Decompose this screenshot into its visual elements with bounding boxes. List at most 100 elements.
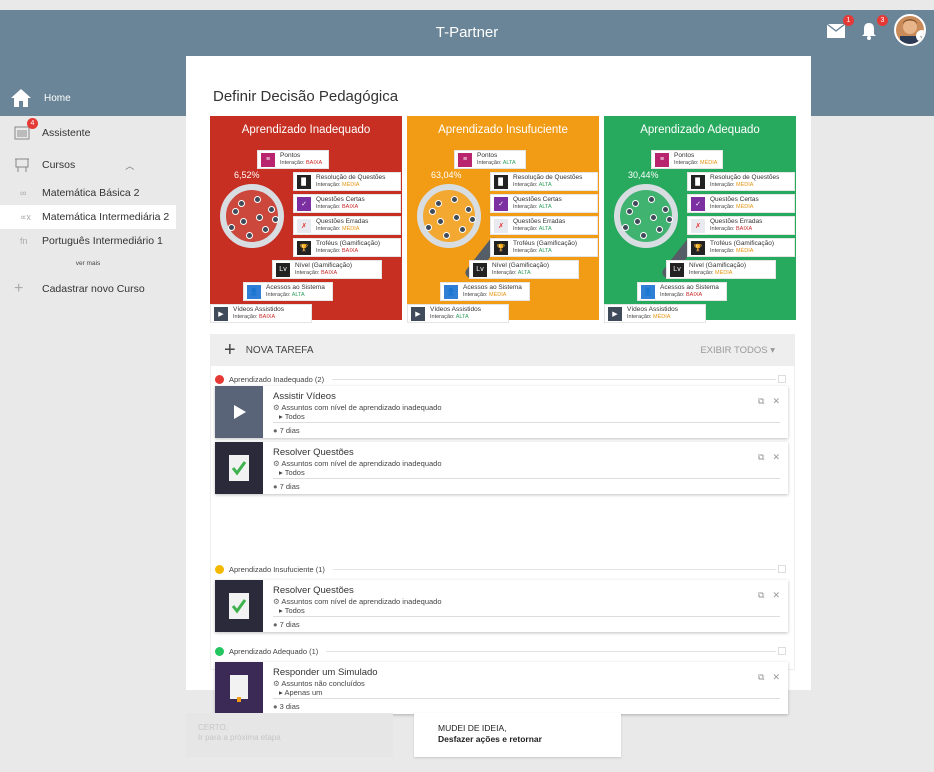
interaction-prefix: Interação: xyxy=(316,181,341,188)
divider xyxy=(273,478,780,479)
close-icon[interactable]: ✕ xyxy=(772,672,780,683)
indicator-tag: ✓ Questões Certas Interação: MÉDIA xyxy=(687,194,795,213)
interaction-prefix: Interação: xyxy=(430,313,455,320)
user-icon: 👤 xyxy=(247,284,261,299)
student-dot xyxy=(465,206,472,213)
show-all-dropdown[interactable]: EXIBIR TODOS ▾ xyxy=(700,345,775,356)
student-dot xyxy=(272,216,279,223)
trophy-icon: 🏆 xyxy=(494,240,508,255)
task-group-header: Aprendizado Adequado (1) xyxy=(215,644,786,658)
indicator-tag: ≡ Pontos Interação: BAIXA xyxy=(257,150,329,169)
gear-icon: ⚙ xyxy=(273,403,280,412)
group-title: Aprendizado Inadequado (2) xyxy=(229,374,325,384)
student-dot xyxy=(648,196,655,203)
task-card[interactable]: Resolver Questões ⚙ Assuntos com nível de… xyxy=(215,580,788,632)
panel-title: Aprendizado Inadequado xyxy=(241,124,371,136)
interaction-level: BAIXA xyxy=(736,225,753,232)
task-card[interactable]: Responder um Simulado ⚙ Assuntos não conc… xyxy=(215,662,788,714)
group-checkbox[interactable] xyxy=(778,375,786,383)
coins-icon: ≡ xyxy=(458,152,472,167)
indicator-tag: 👤 Acessos ao Sistema Interação: BAIXA xyxy=(637,282,727,301)
interaction-prefix: Interação: xyxy=(513,181,538,188)
next-step-button[interactable]: CERTO, Ir para a próxima etapa xyxy=(186,713,393,757)
indicator-tag: 👤 Acessos ao Sistema Interação: MÉDIA xyxy=(440,282,530,301)
user-avatar[interactable]: ⌄ xyxy=(894,14,926,46)
indicator-label: Questões Erradas xyxy=(316,217,369,225)
task-scope: Todos xyxy=(284,412,305,421)
indicator-label: Nível (Gamificação) xyxy=(689,261,747,269)
indicator-tag: 👤 Acessos ao Sistema Interação: ALTA xyxy=(243,282,333,301)
plus-icon[interactable]: + xyxy=(224,339,236,362)
caret-right-icon: ▸ xyxy=(279,606,283,615)
gear-icon: ⚙ xyxy=(273,459,280,468)
task-thumbnail xyxy=(215,662,263,714)
copy-icon[interactable]: ⧉ xyxy=(758,672,764,683)
indicator-label: Vídeos Assistidos xyxy=(430,305,481,313)
copy-icon[interactable]: ⧉ xyxy=(758,590,764,601)
task-scope: Apenas um xyxy=(284,688,323,697)
close-icon[interactable]: ✕ xyxy=(772,452,780,463)
course-item[interactable]: ∞ Matemática Básica 2 xyxy=(0,181,176,205)
interaction-level: ALTA xyxy=(517,269,531,276)
interaction-level: BAIXA xyxy=(686,291,703,298)
interaction-level: ALTA xyxy=(291,291,305,298)
error-icon: ✗ xyxy=(494,218,508,233)
course-item-active[interactable]: ∝x Matemática Intermediária 2 xyxy=(0,205,176,229)
next-step-line2: Ir para a próxima etapa xyxy=(198,733,281,743)
indicator-label: Acessos ao Sistema xyxy=(266,283,325,291)
sidebar-item-courses[interactable]: Cursos ︿ xyxy=(0,149,176,181)
bell-icon xyxy=(862,23,876,40)
sidebar-item-assistant[interactable]: 4 Assistente xyxy=(0,117,176,149)
close-icon[interactable]: ✕ xyxy=(772,590,780,601)
level-icon: Lv xyxy=(670,262,684,277)
notifications-button[interactable]: 3 xyxy=(860,15,888,41)
sidebar-item-home[interactable]: Home xyxy=(0,80,176,116)
interaction-prefix: Interação: xyxy=(710,247,735,254)
interaction-level: MÉDIA xyxy=(653,313,671,320)
indicator-label: Acessos ao Sistema xyxy=(463,283,522,291)
decision-panel-1[interactable]: Aprendizado Insufuciente 63,04% ≡ Pontos Int… xyxy=(407,116,599,323)
student-dot xyxy=(650,214,657,221)
indicator-tag: 🏆 Troféus (Gamificação) Interação: BAIXA xyxy=(293,238,401,257)
indicator-tag: ▶ Vídeos Assistidos Interação: ALTA xyxy=(407,304,509,323)
indicator-label: Resolução de Questões xyxy=(513,173,583,181)
messages-button[interactable]: 1 xyxy=(826,15,854,41)
see-more-link[interactable]: ver mais xyxy=(0,253,176,275)
new-task-button[interactable]: NOVA TAREFA xyxy=(246,345,314,356)
next-step-line1: CERTO, xyxy=(198,723,228,732)
task-card[interactable]: Resolver Questões ⚙ Assuntos com nível de… xyxy=(215,442,788,494)
copy-icon[interactable]: ⧉ xyxy=(758,452,764,463)
close-icon[interactable]: ✕ xyxy=(772,396,780,407)
student-dot xyxy=(429,208,436,215)
task-card[interactable]: Assistir Vídeos ⚙ Assuntos com nível de a… xyxy=(215,386,788,438)
group-checkbox[interactable] xyxy=(778,565,786,573)
decision-panel-2[interactable]: Aprendizado Adequado 30,44% ≡ Pontos Interaç… xyxy=(604,116,796,323)
task-name: Assistir Vídeos xyxy=(273,391,336,402)
add-course-button[interactable]: + Cadastrar novo Curso xyxy=(0,275,176,303)
course-item[interactable]: fn Português Intermediário 1 xyxy=(0,229,176,253)
infinity-icon: ∞ xyxy=(20,188,27,198)
task-thumbnail xyxy=(215,386,263,438)
level-icon: Lv xyxy=(276,262,290,277)
caret-down-icon: ▾ xyxy=(770,344,775,356)
interaction-level: ALTA xyxy=(538,247,552,254)
group-checkbox[interactable] xyxy=(778,647,786,655)
tasks-list: Aprendizado Inadequado (2) Assistir Vídeo… xyxy=(210,366,795,714)
notifications-badge: 3 xyxy=(877,15,888,26)
student-dot xyxy=(656,226,663,233)
undo-button[interactable]: MUDEI DE IDEIA, Desfazer ações e retorna… xyxy=(414,713,621,757)
indicator-label: Questões Certas xyxy=(513,195,562,203)
play-icon: ▶ xyxy=(214,306,228,321)
task-duration: 7 dias xyxy=(279,620,300,629)
interaction-prefix: Interação: xyxy=(710,181,735,188)
indicator-tag: ✗ Questões Erradas Interação: MÉDIA xyxy=(293,216,401,235)
student-dot xyxy=(666,216,673,223)
student-dot xyxy=(443,232,450,239)
error-icon: ✗ xyxy=(691,218,705,233)
decision-panel-0[interactable]: Aprendizado Inadequado 6,52% ≡ Pontos Intera… xyxy=(210,116,402,323)
gear-icon: ⚙ xyxy=(273,679,280,688)
gear-icon: ⚙ xyxy=(273,597,280,606)
copy-icon[interactable]: ⧉ xyxy=(758,396,764,407)
indicator-tag: ✗ Questões Erradas Interação: BAIXA xyxy=(687,216,795,235)
interaction-prefix: Interação: xyxy=(689,269,714,276)
